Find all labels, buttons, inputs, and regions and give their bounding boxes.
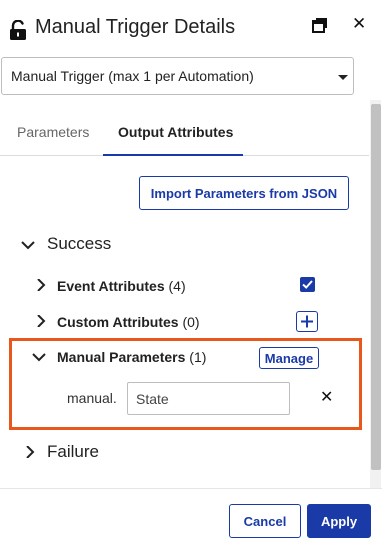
close-icon[interactable]: ✕ bbox=[352, 15, 366, 33]
manual-parameters-row[interactable]: Manual Parameters (1) bbox=[57, 349, 206, 365]
plus-icon bbox=[301, 315, 313, 328]
active-tab-indicator bbox=[103, 154, 243, 156]
manual-parameters-count: (1) bbox=[189, 349, 207, 365]
chevron-right-icon[interactable] bbox=[24, 446, 36, 458]
tab-output-attributes[interactable]: Output Attributes bbox=[118, 124, 233, 140]
checkmark-icon bbox=[302, 280, 313, 289]
event-attributes-checkbox[interactable] bbox=[300, 277, 315, 292]
parameter-prefix: manual. bbox=[67, 390, 117, 406]
scrollbar-thumb[interactable] bbox=[371, 104, 381, 470]
remove-parameter-icon[interactable]: ✕ bbox=[320, 390, 333, 406]
panel-header: Manual Trigger Details ✕ bbox=[0, 0, 382, 58]
parameter-name-input[interactable] bbox=[127, 382, 290, 415]
apply-button[interactable]: Apply bbox=[307, 504, 371, 538]
chevron-right-icon[interactable] bbox=[35, 315, 47, 327]
popout-window-icon[interactable] bbox=[312, 17, 328, 33]
event-attributes-count: (4) bbox=[168, 278, 186, 294]
failure-node-label[interactable]: Failure bbox=[47, 442, 99, 462]
event-attributes-label: Event Attributes bbox=[57, 278, 165, 294]
unlocked-padlock-icon bbox=[10, 20, 26, 40]
success-node-label[interactable]: Success bbox=[47, 234, 111, 254]
chevron-right-icon[interactable] bbox=[35, 279, 47, 291]
footer-divider bbox=[0, 488, 382, 489]
add-custom-attribute-button[interactable] bbox=[296, 311, 318, 332]
trigger-type-select[interactable]: Manual Trigger (max 1 per Automation) bbox=[1, 57, 354, 95]
event-attributes-row[interactable]: Event Attributes (4) bbox=[57, 278, 186, 294]
chevron-down-icon[interactable] bbox=[21, 238, 35, 252]
chevron-down-icon[interactable] bbox=[32, 351, 46, 363]
tab-bar: Parameters Output Attributes bbox=[0, 114, 369, 156]
tab-parameters[interactable]: Parameters bbox=[17, 124, 89, 140]
manual-trigger-details-panel: Manual Trigger Details ✕ Manual Trigger … bbox=[0, 0, 382, 550]
custom-attributes-row[interactable]: Custom Attributes (0) bbox=[57, 314, 200, 330]
caret-down-icon bbox=[338, 75, 348, 80]
custom-attributes-count: (0) bbox=[182, 314, 200, 330]
cancel-button[interactable]: Cancel bbox=[229, 504, 301, 538]
import-parameters-button[interactable]: Import Parameters from JSON bbox=[139, 176, 349, 210]
custom-attributes-label: Custom Attributes bbox=[57, 314, 179, 330]
manage-parameters-button[interactable]: Manage bbox=[259, 347, 319, 369]
page-title: Manual Trigger Details bbox=[35, 16, 236, 38]
manual-parameters-label: Manual Parameters bbox=[57, 349, 186, 365]
trigger-type-value: Manual Trigger (max 1 per Automation) bbox=[11, 68, 254, 84]
